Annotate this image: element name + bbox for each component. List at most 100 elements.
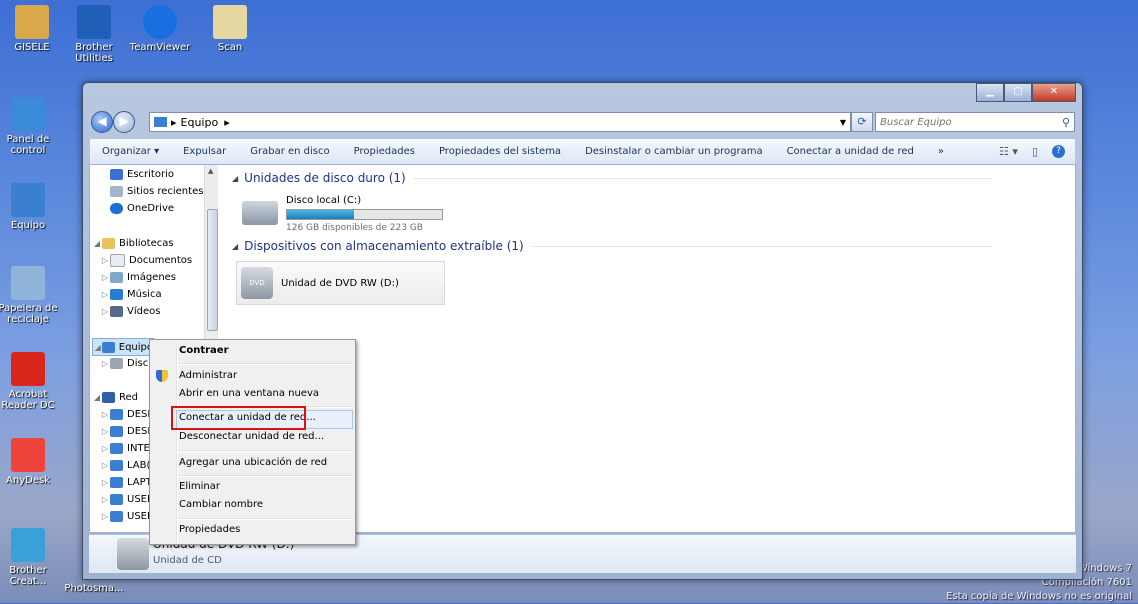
- group-header-hard-disks[interactable]: ◢ Unidades de disco duro (1): [232, 171, 992, 185]
- menu-item-properties[interactable]: Propiedades: [179, 524, 240, 535]
- nav-label: OneDrive: [127, 202, 175, 214]
- nav-item-onedrive[interactable]: OneDrive: [110, 200, 174, 216]
- search-box[interactable]: ⚲: [875, 112, 1075, 132]
- desktop-icon-scan[interactable]: Scan: [198, 5, 262, 53]
- dvd-drive-icon: DVD: [241, 267, 273, 299]
- more-commands-button[interactable]: »: [926, 146, 956, 157]
- menu-item-open-new-window[interactable]: Abrir en una ventana nueva: [179, 388, 319, 399]
- map-network-drive-button[interactable]: Conectar a unidad de red: [775, 146, 926, 157]
- expanded-arrow-icon[interactable]: ◢: [92, 393, 102, 402]
- uninstall-program-button[interactable]: Desinstalar o cambiar un programa: [573, 146, 775, 157]
- nav-item-network-pc[interactable]: ▷ LAB(: [100, 457, 150, 473]
- collapsed-arrow-icon[interactable]: ▷: [100, 512, 110, 521]
- minimize-button[interactable]: ▁: [976, 83, 1004, 102]
- forward-button[interactable]: ▶: [113, 111, 135, 133]
- desktop-icon-label: Papelera de reciclaje: [0, 303, 58, 325]
- collapse-arrow-icon[interactable]: ◢: [232, 242, 238, 251]
- desktop-icon-brother-utilities[interactable]: Brother Utilities: [62, 5, 126, 64]
- menu-separator: [178, 475, 353, 477]
- drive-local-disk-c[interactable]: Disco local (C:) 126 GB disponibles de 2…: [242, 195, 443, 233]
- nav-item-network-pc[interactable]: ▷ USEF: [100, 508, 153, 524]
- nav-item-pictures[interactable]: ▷ Imágenes: [100, 269, 176, 285]
- desktop-icon-teamviewer[interactable]: TeamViewer: [128, 5, 192, 53]
- desktop-icon-anydesk[interactable]: AnyDesk: [0, 438, 60, 486]
- collapsed-arrow-icon[interactable]: ▷: [100, 307, 110, 316]
- nav-item-network-pc[interactable]: ▷ INTE: [100, 440, 150, 456]
- collapsed-arrow-icon[interactable]: ▷: [100, 478, 110, 487]
- collapsed-arrow-icon[interactable]: ▷: [100, 444, 110, 453]
- collapsed-arrow-icon[interactable]: ▷: [100, 256, 110, 265]
- nav-item-network-pc[interactable]: ▷ DESI: [100, 406, 150, 422]
- local-disk-icon: [110, 357, 123, 369]
- nav-item-recent[interactable]: Sitios recientes: [110, 183, 203, 199]
- network-computer-icon: [110, 442, 123, 454]
- nav-label: Imágenes: [127, 271, 177, 283]
- desktop-icon-recycle-bin[interactable]: Papelera de reciclaje: [0, 266, 60, 325]
- collapsed-arrow-icon[interactable]: ▷: [100, 410, 110, 419]
- back-button[interactable]: ◀: [91, 111, 113, 133]
- nav-item-videos[interactable]: ▷ Vídeos: [100, 303, 160, 319]
- organize-button[interactable]: Organizar ▾: [90, 146, 171, 157]
- menu-item-add-network-location[interactable]: Agregar una ubicación de red: [179, 457, 327, 468]
- desktop-icon-label: Panel de control: [6, 134, 50, 156]
- collapsed-arrow-icon[interactable]: ▷: [100, 461, 110, 470]
- videos-icon: [110, 305, 123, 317]
- collapse-arrow-icon[interactable]: ◢: [232, 174, 238, 183]
- refresh-button[interactable]: ⟳: [851, 112, 873, 132]
- desktop-icon-acrobat[interactable]: Acrobat Reader DC: [0, 352, 60, 411]
- drive-usage-fill: [287, 210, 355, 219]
- nav-item-network[interactable]: ◢ Red: [92, 389, 138, 405]
- preview-pane-icon[interactable]: ▯: [1032, 145, 1038, 158]
- nav-item-libraries[interactable]: ◢ Bibliotecas: [92, 235, 174, 251]
- menu-item-disconnect-network-drive[interactable]: Desconectar unidad de red...: [179, 431, 324, 442]
- menu-item-delete[interactable]: Eliminar: [179, 481, 220, 492]
- close-button[interactable]: ✕: [1032, 83, 1076, 102]
- menu-item-rename[interactable]: Cambiar nombre: [179, 499, 263, 510]
- breadcrumb-chevron[interactable]: ▸: [224, 116, 230, 129]
- desktop-icon-photosmart[interactable]: Photosma...: [62, 583, 126, 594]
- desktop-icon-computer[interactable]: Equipo: [0, 183, 60, 231]
- nav-item-desktop[interactable]: Escritorio: [110, 166, 174, 182]
- system-properties-button[interactable]: Propiedades del sistema: [427, 146, 573, 157]
- collapsed-arrow-icon[interactable]: ▷: [100, 290, 110, 299]
- expanded-arrow-icon[interactable]: ◢: [93, 343, 102, 352]
- pdf-document-icon: [213, 5, 247, 39]
- desktop-icon-label: GISELE: [14, 42, 50, 53]
- eject-button[interactable]: Expulsar: [171, 146, 238, 157]
- nav-item-network-pc[interactable]: ▷ DESI: [100, 423, 150, 439]
- maximize-button[interactable]: ▢: [1004, 83, 1032, 102]
- address-dropdown-icon[interactable]: ▼: [840, 118, 846, 127]
- desktop-icon-label: Brother Utilities: [75, 42, 113, 64]
- nav-item-local-disk[interactable]: ▷ Disc: [100, 355, 148, 371]
- scroll-up-arrow[interactable]: ▲: [208, 167, 213, 175]
- nav-item-network-pc[interactable]: ▷ USEF: [100, 491, 153, 507]
- group-title: Unidades de disco duro (1): [244, 171, 406, 185]
- collapsed-arrow-icon[interactable]: ▷: [100, 495, 110, 504]
- documents-icon: [110, 253, 125, 267]
- collapsed-arrow-icon[interactable]: ▷: [100, 427, 110, 436]
- collapsed-arrow-icon[interactable]: ▷: [100, 359, 110, 368]
- search-input[interactable]: [876, 115, 1042, 129]
- group-divider: [531, 245, 992, 247]
- desktop-icon-brother-creative[interactable]: Brother Creat...: [0, 528, 60, 587]
- nav-item-music[interactable]: ▷ Música: [100, 286, 162, 302]
- burn-button[interactable]: Grabar en disco: [238, 146, 341, 157]
- drive-dvd-d[interactable]: DVD Unidad de DVD RW (D:): [236, 261, 445, 305]
- collapsed-arrow-icon[interactable]: ▷: [100, 273, 110, 282]
- expanded-arrow-icon[interactable]: ◢: [92, 239, 102, 248]
- view-options-icon[interactable]: ☷ ▾: [999, 145, 1018, 158]
- desktop-icon-control-panel[interactable]: Panel de control: [0, 97, 60, 156]
- nav-item-network-pc[interactable]: ▷ LAPT: [100, 474, 152, 490]
- properties-button[interactable]: Propiedades: [342, 146, 427, 157]
- nav-item-documents[interactable]: ▷ Documentos: [100, 252, 192, 268]
- desktop-icon-gisele[interactable]: GISELE: [0, 5, 64, 53]
- nav-item-computer[interactable]: ◢ Equipo: [92, 338, 154, 356]
- group-header-removable[interactable]: ◢ Dispositivos con almacenamiento extraí…: [232, 239, 992, 253]
- help-icon[interactable]: ?: [1052, 145, 1065, 158]
- scroll-thumb[interactable]: [207, 209, 218, 331]
- menu-item-collapse[interactable]: Contraer: [179, 345, 229, 356]
- breadcrumb-computer[interactable]: Equipo: [181, 116, 219, 129]
- menu-item-manage[interactable]: Administrar: [179, 370, 237, 381]
- address-input[interactable]: ▸ Equipo ▸ ▼: [149, 112, 851, 132]
- search-icon[interactable]: ⚲: [1062, 116, 1070, 129]
